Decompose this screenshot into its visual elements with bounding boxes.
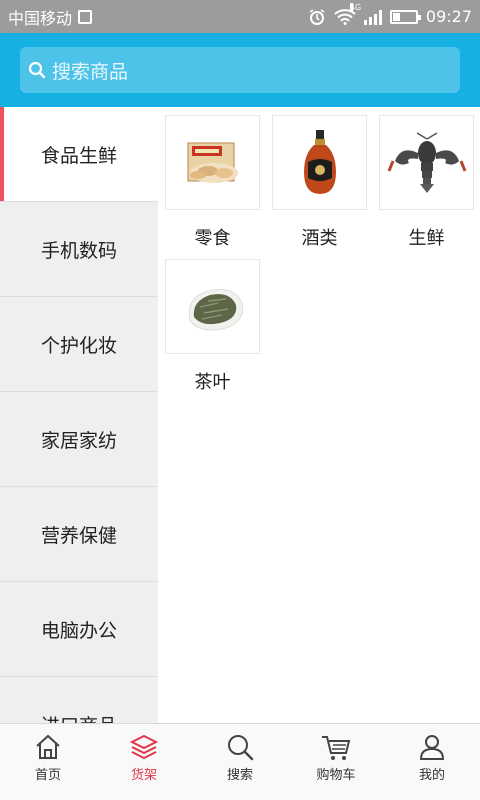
clock: 09:27 <box>425 7 472 26</box>
tab-home[interactable]: 首页 <box>0 724 96 800</box>
search-icon <box>28 61 46 79</box>
sidebar-item-phone-digital[interactable]: 手机数码 <box>0 202 158 297</box>
network-type: 4G <box>349 2 362 12</box>
sidebar-item-personal-care[interactable]: 个护化妆 <box>0 297 158 392</box>
tab-label: 搜索 <box>226 768 253 783</box>
product-label: 生鲜 <box>408 228 445 249</box>
home-icon <box>36 734 60 759</box>
tab-label: 购物车 <box>316 768 356 783</box>
tab-search[interactable]: 搜索 <box>192 724 288 800</box>
tab-label: 我的 <box>418 768 445 783</box>
header: 搜索商品 <box>0 33 480 107</box>
sidebar-item-computer-office[interactable]: 电脑办公 <box>0 582 158 677</box>
layers-icon <box>129 734 159 760</box>
cognac-bottle-image <box>272 115 367 210</box>
tab-label: 货架 <box>130 768 157 783</box>
tab-mine[interactable]: 我的 <box>384 724 480 800</box>
alarm-icon <box>309 8 325 25</box>
sidebar-item-imported[interactable]: 进口商品 <box>0 677 158 724</box>
sidebar-item-label: 进口商品 <box>41 711 117 724</box>
carrier-name: 中国移动 <box>8 8 73 28</box>
product-label: 酒类 <box>301 228 338 249</box>
sidebar-item-label: 营养保健 <box>40 524 117 547</box>
sidebar-item-home-textiles[interactable]: 家居家纺 <box>0 392 158 487</box>
sidebar-item-label: 电脑办公 <box>40 619 117 642</box>
snack-box-image <box>165 115 260 210</box>
status-bar: 中国移动 4G 09:27 <box>0 0 480 33</box>
product-label: 茶叶 <box>194 372 231 393</box>
product-item-snacks[interactable]: 零食 <box>165 115 260 250</box>
bottom-tab-bar: 首页 货架 搜索 购物车 我的 <box>0 723 480 800</box>
sidebar-item-label: 食品生鲜 <box>40 144 117 167</box>
search-icon <box>228 735 254 761</box>
image-notification-icon <box>78 9 93 24</box>
sidebar-item-label: 手机数码 <box>40 239 117 262</box>
sidebar-item-food-fresh[interactable]: 食品生鲜 <box>0 107 158 202</box>
user-icon <box>419 735 445 760</box>
sidebar-item-nutrition[interactable]: 营养保健 <box>0 487 158 582</box>
product-grid: 零食 酒类 生鲜 茶叶 <box>158 107 480 723</box>
search-input[interactable]: 搜索商品 <box>20 47 460 93</box>
product-label: 零食 <box>194 228 231 249</box>
tab-cart[interactable]: 购物车 <box>288 724 384 800</box>
battery-icon <box>389 9 421 24</box>
product-item-tea[interactable]: 茶叶 <box>165 259 260 394</box>
product-item-fresh[interactable]: 生鲜 <box>379 115 474 250</box>
cart-icon <box>322 736 351 760</box>
search-placeholder: 搜索商品 <box>52 60 129 83</box>
lobster-image <box>379 115 474 210</box>
tea-leaves-image <box>165 259 260 354</box>
product-item-liquor[interactable]: 酒类 <box>272 115 367 250</box>
tab-label: 首页 <box>34 768 61 783</box>
cellular-signal-icon: 4G <box>349 2 382 25</box>
category-sidebar[interactable]: 食品生鲜 手机数码 个护化妆 家居家纺 营养保健 电脑办公 进口商品 <box>0 107 158 723</box>
sidebar-item-label: 家居家纺 <box>40 429 117 452</box>
sidebar-item-label: 个护化妆 <box>40 334 117 357</box>
tab-shelf[interactable]: 货架 <box>96 724 192 800</box>
